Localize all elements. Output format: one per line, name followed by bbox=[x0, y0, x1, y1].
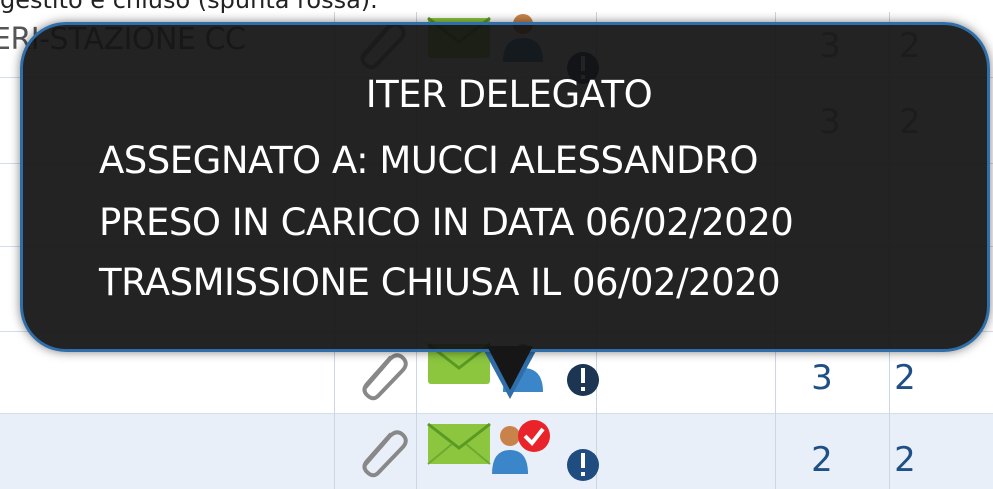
paperclip-icon[interactable] bbox=[352, 345, 408, 401]
tooltip-arrow-fill bbox=[487, 346, 533, 390]
count-cell: 2 bbox=[811, 440, 833, 480]
status-tooltip: ITER DELEGATO ASSEGNATO A: MUCCI ALESSAN… bbox=[20, 22, 990, 352]
exclamation-icon bbox=[567, 449, 599, 481]
exclamation-icon bbox=[567, 364, 599, 396]
count-cell: 2 bbox=[894, 358, 916, 398]
tooltip-taken: PRESO IN CARICO IN DATA 06/02/2020 bbox=[99, 201, 794, 244]
envelope-icon[interactable] bbox=[426, 418, 492, 468]
tooltip-closed: TRASMISSIONE CHIUSA IL 06/02/2020 bbox=[99, 261, 781, 304]
count-cell: 2 bbox=[894, 440, 916, 480]
tooltip-title: ITER DELEGATO bbox=[365, 73, 653, 116]
screenshot-page: { "caption": "gestito e chiuso (spunta r… bbox=[0, 0, 993, 489]
paperclip-icon[interactable] bbox=[352, 422, 408, 478]
red-check-badge-icon bbox=[518, 420, 550, 452]
row-divider bbox=[0, 413, 993, 414]
tooltip-assigned: ASSEGNATO A: MUCCI ALESSANDRO bbox=[99, 139, 758, 182]
count-cell: 3 bbox=[811, 358, 833, 398]
